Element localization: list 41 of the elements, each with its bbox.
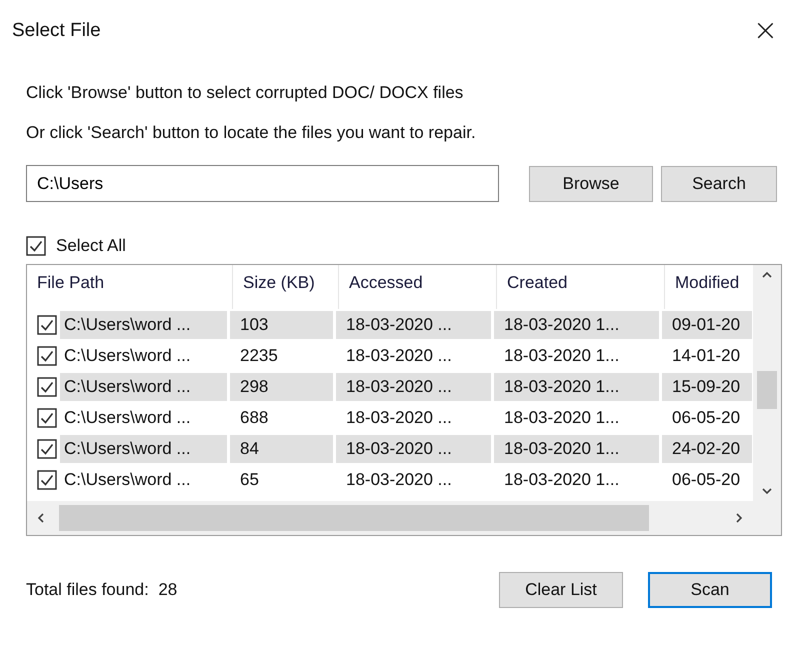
- scrollbar-thumb[interactable]: [757, 371, 777, 409]
- column-header[interactable]: Created: [497, 265, 665, 309]
- row-checkbox[interactable]: [37, 346, 57, 366]
- table-cell: C:\Users\word ...: [60, 310, 227, 338]
- search-button[interactable]: Search: [661, 166, 777, 202]
- table-cell: 18-03-2020 ...: [336, 310, 491, 338]
- table-cell: 18-03-2020 1...: [494, 372, 659, 400]
- close-button[interactable]: ×: [748, 16, 782, 46]
- table-cell: 18-03-2020 ...: [336, 372, 491, 400]
- table-cell: 24-02-20: [662, 434, 752, 462]
- select-all-label: Select All: [56, 236, 126, 256]
- column-header[interactable]: Accessed: [339, 265, 497, 309]
- table-cell: 18-03-2020 1...: [494, 434, 659, 462]
- instruction-text: Click 'Browse' button to select corrupted DOC/ DOCX files: [26, 83, 464, 103]
- select-all-checkbox[interactable]: [26, 236, 46, 256]
- horizontal-scrollbar[interactable]: [27, 501, 753, 535]
- table-cell: 84: [230, 434, 333, 462]
- column-header[interactable]: Size (KB): [233, 265, 339, 309]
- table-cell: C:\Users\word ...: [60, 434, 227, 462]
- table-cell: 18-03-2020 ...: [336, 434, 491, 462]
- row-checkbox[interactable]: [37, 438, 57, 458]
- instruction-text: Or click 'Search' button to locate the files you want to repair.: [26, 123, 477, 143]
- table-cell: 298: [230, 372, 333, 400]
- row-checkbox[interactable]: [37, 408, 57, 428]
- table-cell: 15-09-20: [662, 372, 752, 400]
- table-cell: 103: [230, 310, 333, 338]
- row-checkbox[interactable]: [37, 470, 57, 490]
- row-checkbox[interactable]: [37, 376, 57, 396]
- column-header[interactable]: File Path: [27, 265, 233, 309]
- table-cell: 18-03-2020 1...: [494, 310, 659, 338]
- scrollbar-thumb[interactable]: [59, 505, 649, 531]
- clear-list-button[interactable]: Clear List: [499, 572, 623, 608]
- row-checkbox[interactable]: [37, 314, 57, 334]
- browse-button[interactable]: Browse: [529, 166, 653, 202]
- path-field[interactable]: C:\Users: [26, 165, 499, 202]
- total-files-text: Total files found: 28: [26, 580, 178, 600]
- window-title: Select File: [12, 20, 101, 42]
- scan-button[interactable]: Scan: [648, 572, 772, 608]
- table-cell: 09-01-20: [662, 310, 752, 338]
- table-cell: C:\Users\word ...: [60, 372, 227, 400]
- vertical-scrollbar[interactable]: [753, 265, 781, 501]
